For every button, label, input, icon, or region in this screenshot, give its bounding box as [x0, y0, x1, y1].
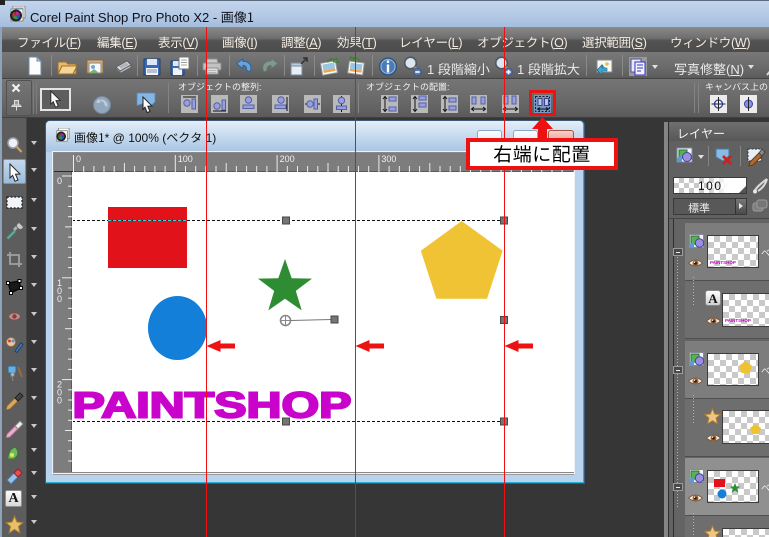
svg-text:100: 100: [178, 154, 193, 164]
svg-text:0: 0: [57, 176, 62, 186]
svg-text:PAINTSHOP: PAINTSHOP: [73, 385, 352, 426]
svg-text:200: 200: [280, 154, 295, 164]
svg-text:0: 0: [57, 294, 62, 304]
svg-text:0: 0: [57, 396, 62, 406]
svg-text:300: 300: [381, 154, 396, 164]
svg-text:0: 0: [76, 154, 81, 164]
